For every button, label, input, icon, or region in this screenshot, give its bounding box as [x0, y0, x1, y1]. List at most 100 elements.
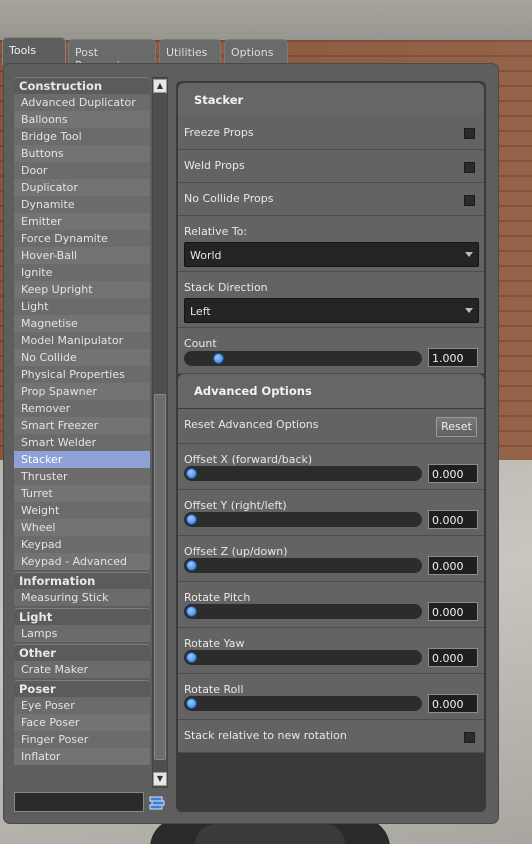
tool-item-stacker[interactable]: Stacker: [14, 451, 150, 468]
offset-y-slider[interactable]: [184, 512, 422, 527]
category-header[interactable]: Poser: [14, 680, 150, 697]
category-header[interactable]: Other: [14, 644, 150, 661]
tool-item-dynamite[interactable]: Dynamite: [14, 196, 150, 213]
tool-list: Construction Advanced Duplicator Balloons B…: [14, 77, 150, 788]
scroll-up-button[interactable]: ▲: [153, 79, 167, 93]
stacker-section-header: Stacker: [178, 83, 484, 117]
tool-item-smart-welder[interactable]: Smart Welder: [14, 434, 150, 451]
chevron-down-icon: [465, 252, 473, 257]
reset-advanced-label: Reset Advanced Options: [184, 418, 319, 431]
rotate-pitch-slider-knob[interactable]: [186, 606, 197, 617]
tool-item-keep-upright[interactable]: Keep Upright: [14, 281, 150, 298]
tool-list-scrollbar[interactable]: ▲ ▼: [152, 77, 168, 788]
tool-item-model-manipulator[interactable]: Model Manipulator: [14, 332, 150, 349]
scroll-thumb[interactable]: [154, 394, 166, 760]
offset-x-slider-knob[interactable]: [186, 468, 197, 479]
tool-item-thruster[interactable]: Thruster: [14, 468, 150, 485]
freeze-props-row[interactable]: Freeze Props: [178, 117, 484, 150]
tool-item-lamps[interactable]: Lamps: [14, 625, 150, 642]
rotate-yaw-slider[interactable]: [184, 650, 422, 665]
rotate-roll-value-field[interactable]: 0.000: [428, 694, 478, 713]
tool-search-input[interactable]: [14, 792, 144, 812]
offset-y-value-field[interactable]: 0.000: [428, 510, 478, 529]
tab-utilities[interactable]: Utilities: [159, 39, 221, 65]
count-slider-knob[interactable]: [213, 353, 224, 364]
tool-item-magnetise[interactable]: Magnetise: [14, 315, 150, 332]
tool-item-advanced-duplicator[interactable]: Advanced Duplicator: [14, 94, 150, 111]
tool-item-light[interactable]: Light: [14, 298, 150, 315]
no-collide-props-row[interactable]: No Collide Props: [178, 183, 484, 216]
tool-item-wheel[interactable]: Wheel: [14, 519, 150, 536]
offset-x-label: Offset X (forward/back): [184, 453, 313, 466]
rotate-yaw-row: Rotate Yaw 0.000: [178, 628, 484, 674]
tool-item-eye-poser[interactable]: Eye Poser: [14, 697, 150, 714]
tool-item-balloons[interactable]: Balloons: [14, 111, 150, 128]
no-collide-props-checkbox[interactable]: [464, 195, 475, 206]
tool-item-duplicator[interactable]: Duplicator: [14, 179, 150, 196]
offset-x-slider[interactable]: [184, 466, 422, 481]
rotate-roll-slider[interactable]: [184, 696, 422, 711]
offset-z-slider-knob[interactable]: [186, 560, 197, 571]
tool-item-buttons[interactable]: Buttons: [14, 145, 150, 162]
stack-relative-checkbox[interactable]: [464, 732, 475, 743]
tool-item-turret[interactable]: Turret: [14, 485, 150, 502]
offset-x-row: Offset X (forward/back) 0.000: [178, 444, 484, 490]
rotate-yaw-label: Rotate Yaw: [184, 637, 245, 650]
tool-item-bridge-tool[interactable]: Bridge Tool: [14, 128, 150, 145]
relative-to-label: Relative To:: [184, 225, 248, 238]
tool-item-inflator[interactable]: Inflator: [14, 748, 150, 765]
stack-direction-dropdown[interactable]: Left: [184, 298, 479, 323]
offset-x-value-field[interactable]: 0.000: [428, 464, 478, 483]
relative-to-dropdown[interactable]: World: [184, 242, 479, 267]
offset-z-label: Offset Z (up/down): [184, 545, 288, 558]
tool-item-no-collide[interactable]: No Collide: [14, 349, 150, 366]
sky: [0, 0, 532, 40]
list-view-icon[interactable]: [149, 795, 165, 811]
offset-z-slider[interactable]: [184, 558, 422, 573]
offset-y-slider-knob[interactable]: [186, 514, 197, 525]
tool-item-remover[interactable]: Remover: [14, 400, 150, 417]
reset-button[interactable]: Reset: [436, 417, 477, 437]
tool-item-smart-freezer[interactable]: Smart Freezer: [14, 417, 150, 434]
count-label: Count: [184, 337, 217, 350]
category-header[interactable]: Information: [14, 572, 150, 589]
rotate-yaw-slider-knob[interactable]: [186, 652, 197, 663]
freeze-props-checkbox[interactable]: [464, 128, 475, 139]
weld-props-row[interactable]: Weld Props: [178, 150, 484, 183]
tool-settings-panel: Stacker Freeze Props Weld Props No Colli…: [176, 81, 486, 812]
tool-item-keypad[interactable]: Keypad: [14, 536, 150, 553]
rotate-yaw-value-field[interactable]: 0.000: [428, 648, 478, 667]
rotate-pitch-value-field[interactable]: 0.000: [428, 602, 478, 621]
tool-item-emitter[interactable]: Emitter: [14, 213, 150, 230]
weld-props-checkbox[interactable]: [464, 162, 475, 173]
tool-item-force-dynamite[interactable]: Force Dynamite: [14, 230, 150, 247]
tool-item-hover-ball[interactable]: Hover-Ball: [14, 247, 150, 264]
count-slider[interactable]: [184, 351, 422, 366]
rotate-roll-slider-knob[interactable]: [186, 698, 197, 709]
tool-item-prop-spawner[interactable]: Prop Spawner: [14, 383, 150, 400]
tool-item-finger-poser[interactable]: Finger Poser: [14, 731, 150, 748]
category-information: Information Measuring Stick: [14, 572, 150, 606]
relative-to-row: Relative To: World: [178, 216, 484, 272]
stack-relative-row[interactable]: Stack relative to new rotation: [178, 720, 484, 753]
tab-options[interactable]: Options: [224, 39, 288, 65]
rotate-pitch-row: Rotate Pitch 0.000: [178, 582, 484, 628]
tool-item-door[interactable]: Door: [14, 162, 150, 179]
category-header[interactable]: Construction: [14, 77, 150, 94]
rotate-pitch-slider[interactable]: [184, 604, 422, 619]
tab-tools[interactable]: Tools: [2, 37, 66, 65]
category-header[interactable]: Light: [14, 608, 150, 625]
tool-item-ignite[interactable]: Ignite: [14, 264, 150, 281]
tab-post-processing[interactable]: Post Processing: [68, 39, 156, 72]
tool-item-crate-maker[interactable]: Crate Maker: [14, 661, 150, 678]
count-value-field[interactable]: 1.000: [428, 348, 478, 367]
tool-item-face-poser[interactable]: Face Poser: [14, 714, 150, 731]
tool-item-physical-properties[interactable]: Physical Properties: [14, 366, 150, 383]
scroll-down-button[interactable]: ▼: [153, 772, 167, 786]
tool-item-weight[interactable]: Weight: [14, 502, 150, 519]
tool-item-keypad-advanced[interactable]: Keypad - Advanced: [14, 553, 150, 570]
freeze-props-label: Freeze Props: [184, 126, 254, 139]
chevron-down-icon: [465, 308, 473, 313]
offset-z-value-field[interactable]: 0.000: [428, 556, 478, 575]
tool-item-measuring-stick[interactable]: Measuring Stick: [14, 589, 150, 606]
